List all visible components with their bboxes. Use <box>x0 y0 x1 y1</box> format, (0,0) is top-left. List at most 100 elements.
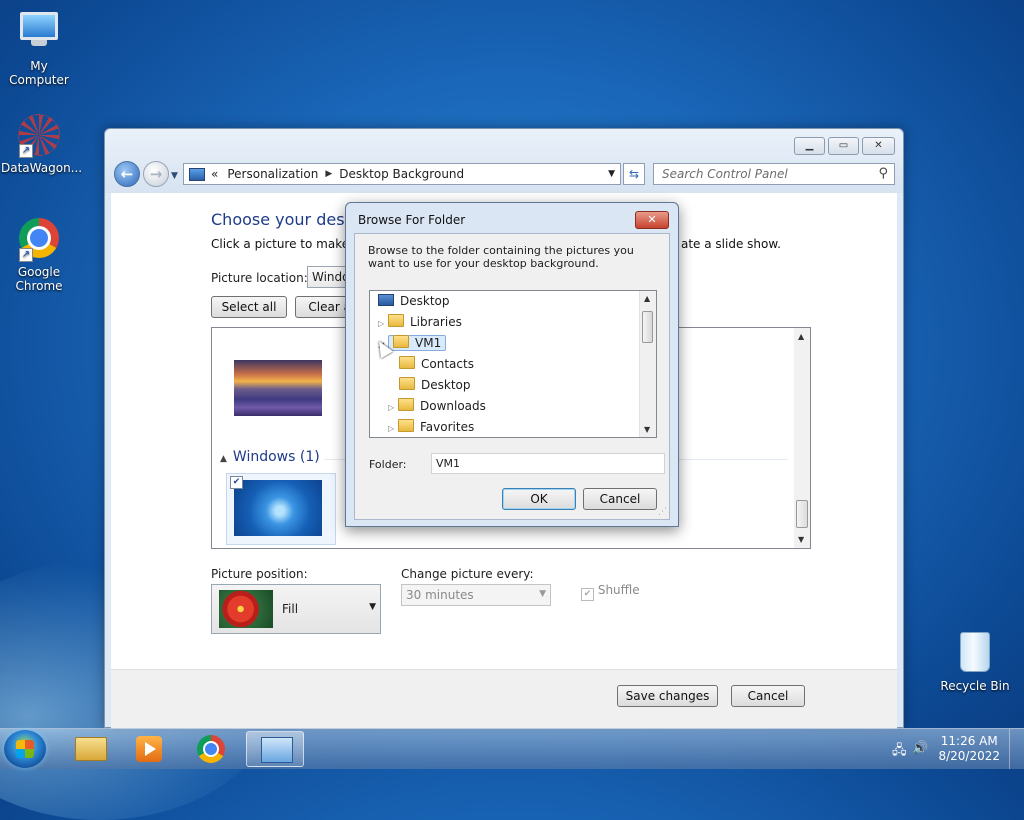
dialog-close-button[interactable]: ✕ <box>635 211 669 229</box>
taskbar-explorer-button[interactable] <box>60 731 118 767</box>
tree-item-downloads[interactable]: ▷ Downloads <box>388 397 486 415</box>
close-button[interactable]: ✕ <box>862 137 895 155</box>
scroll-down-icon[interactable]: ▼ <box>798 535 804 544</box>
expand-icon[interactable]: ▷ <box>378 315 388 333</box>
window-footer: Save changes Cancel <box>111 669 897 728</box>
taskbar: 🖧 🔊 11:26 AM 8/20/2022 <box>0 728 1024 769</box>
window-frame: ▁ ▭ ✕ ← → ▼ « Personalization ▶ Desktop … <box>105 129 903 193</box>
desktop-folder-icon <box>399 377 415 390</box>
chevron-down-icon[interactable]: ▼ <box>369 602 376 612</box>
tree-item-label: Libraries <box>410 315 462 329</box>
search-placeholder: Search Control Panel <box>662 167 788 181</box>
ok-button[interactable]: OK <box>502 488 576 510</box>
start-button[interactable] <box>4 730 46 768</box>
dialog-cancel-button[interactable]: Cancel <box>583 488 657 510</box>
address-bar[interactable]: « Personalization ▶ Desktop Background ▼ <box>183 163 621 185</box>
tree-item-desktop-folder[interactable]: Desktop <box>399 376 471 394</box>
clock[interactable]: 11:26 AM 8/20/2022 <box>938 734 1000 764</box>
wallpaper-checkbox[interactable]: ✔ <box>230 476 243 489</box>
refresh-button[interactable]: ⇆ <box>623 163 645 185</box>
tree-scrollbar[interactable]: ▲ ▼ <box>639 291 656 437</box>
chevron-right-icon[interactable]: ▶ <box>325 169 332 179</box>
control-panel-icon <box>189 167 205 181</box>
scroll-up-icon[interactable]: ▲ <box>644 294 650 303</box>
picture-position-label: Picture position: <box>211 567 308 581</box>
gallery-scrollbar[interactable]: ▲ ▼ <box>794 328 810 548</box>
tree-item-desktop[interactable]: Desktop <box>378 292 450 310</box>
taskbar-chrome-button[interactable] <box>182 731 240 767</box>
recent-pages-icon[interactable]: ▼ <box>171 171 178 181</box>
clock-time: 11:26 AM <box>940 734 998 748</box>
desktop-icon-datawagon[interactable]: ↗ DataWagon... <box>1 114 82 175</box>
favorites-folder-icon <box>398 419 414 432</box>
system-tray: 🖧 🔊 11:26 AM 8/20/2022 <box>884 729 1024 769</box>
collapse-icon[interactable]: ▲ <box>220 454 227 464</box>
folder-tree[interactable]: Desktop ▷ Libraries ◢ VM1 Contacts Desktop… <box>369 290 657 438</box>
picture-location-label: Picture location: <box>211 271 308 285</box>
cancel-button[interactable]: Cancel <box>731 685 805 707</box>
scrollbar-thumb[interactable] <box>642 311 653 343</box>
chrome-icon: ↗ <box>17 218 61 262</box>
picture-position-select[interactable]: Fill ▼ <box>211 584 381 634</box>
desktop-icon-recycle-bin[interactable]: Recycle Bin <box>937 632 1013 693</box>
checkbox-icon[interactable]: ✔ <box>581 588 594 601</box>
search-input[interactable]: Search Control Panel ⚲ <box>653 163 895 185</box>
tree-item-label: VM1 <box>415 336 442 350</box>
select-all-button[interactable]: Select all <box>211 296 287 318</box>
volume-icon[interactable]: 🔊 <box>912 741 928 756</box>
change-every-select[interactable]: 30 minutes ▼ <box>401 584 551 606</box>
desktop-icon <box>378 294 394 306</box>
folder-icon <box>75 737 107 761</box>
desktop-icon-my-computer[interactable]: My Computer <box>1 10 77 87</box>
group-header-label: Windows (1) <box>232 449 320 465</box>
chevron-down-icon: ▼ <box>539 589 546 599</box>
back-button[interactable]: ← <box>114 161 140 187</box>
media-player-icon <box>136 736 162 762</box>
scroll-down-icon[interactable]: ▼ <box>644 425 650 434</box>
tree-item-libraries[interactable]: ▷ Libraries <box>378 313 462 331</box>
shuffle-label: Shuffle <box>597 583 640 597</box>
dialog-body: Browse to the folder containing the pict… <box>354 233 670 520</box>
scrollbar-thumb[interactable] <box>796 500 808 528</box>
libraries-icon <box>388 314 404 327</box>
desktop-icon-label: Recycle Bin <box>940 679 1010 693</box>
taskbar-media-player-button[interactable] <box>120 731 178 767</box>
tree-item-label: Desktop <box>421 378 471 392</box>
control-panel-icon <box>261 737 293 763</box>
minimize-button[interactable]: ▁ <box>794 137 825 155</box>
desktop-icon-google-chrome[interactable]: ↗ Google Chrome <box>1 218 77 293</box>
taskbar-control-panel-button[interactable] <box>246 731 304 767</box>
forward-button[interactable]: → <box>143 161 169 187</box>
search-icon[interactable]: ⚲ <box>878 166 888 181</box>
wallpaper-thumbnail[interactable] <box>234 360 322 416</box>
computer-icon <box>17 12 61 56</box>
tree-item-contacts[interactable]: Contacts <box>399 355 474 373</box>
show-desktop-button[interactable] <box>1009 729 1024 769</box>
change-every-label: Change picture every: <box>401 567 534 581</box>
tree-item-label: Downloads <box>420 399 486 413</box>
tree-item-label: Contacts <box>421 357 474 371</box>
group-header[interactable]: ▲ Windows (1) <box>220 449 320 465</box>
position-value: Fill <box>282 602 299 616</box>
user-folder-icon <box>393 335 409 348</box>
folder-input[interactable]: VM1 <box>431 453 665 474</box>
datawagon-icon: ↗ <box>17 114 61 158</box>
chevron-down-icon[interactable]: ▼ <box>608 169 615 179</box>
chrome-icon <box>197 735 225 763</box>
save-changes-button[interactable]: Save changes <box>617 685 718 707</box>
breadcrumb-overflow[interactable]: « <box>211 167 218 181</box>
tree-item-favorites[interactable]: ▷ Favorites <box>388 418 474 436</box>
expand-icon[interactable]: ▷ <box>388 420 398 437</box>
dialog-title: Browse For Folder <box>358 213 466 227</box>
change-every-value: 30 minutes <box>406 588 474 602</box>
maximize-button[interactable]: ▭ <box>828 137 859 155</box>
network-icon[interactable]: 🖧 <box>892 741 907 763</box>
tree-item-label: Desktop <box>400 294 450 308</box>
expand-icon[interactable]: ▷ <box>388 399 398 417</box>
resize-grip-icon[interactable]: ⋰ <box>658 507 667 517</box>
breadcrumb-desktop-background[interactable]: Desktop Background <box>339 167 464 181</box>
windows-wallpaper-thumbnail[interactable] <box>234 480 322 536</box>
scroll-up-icon[interactable]: ▲ <box>798 332 804 341</box>
shuffle-checkbox[interactable]: ✔ Shuffle <box>581 583 640 601</box>
breadcrumb-personalization[interactable]: Personalization <box>227 167 318 181</box>
